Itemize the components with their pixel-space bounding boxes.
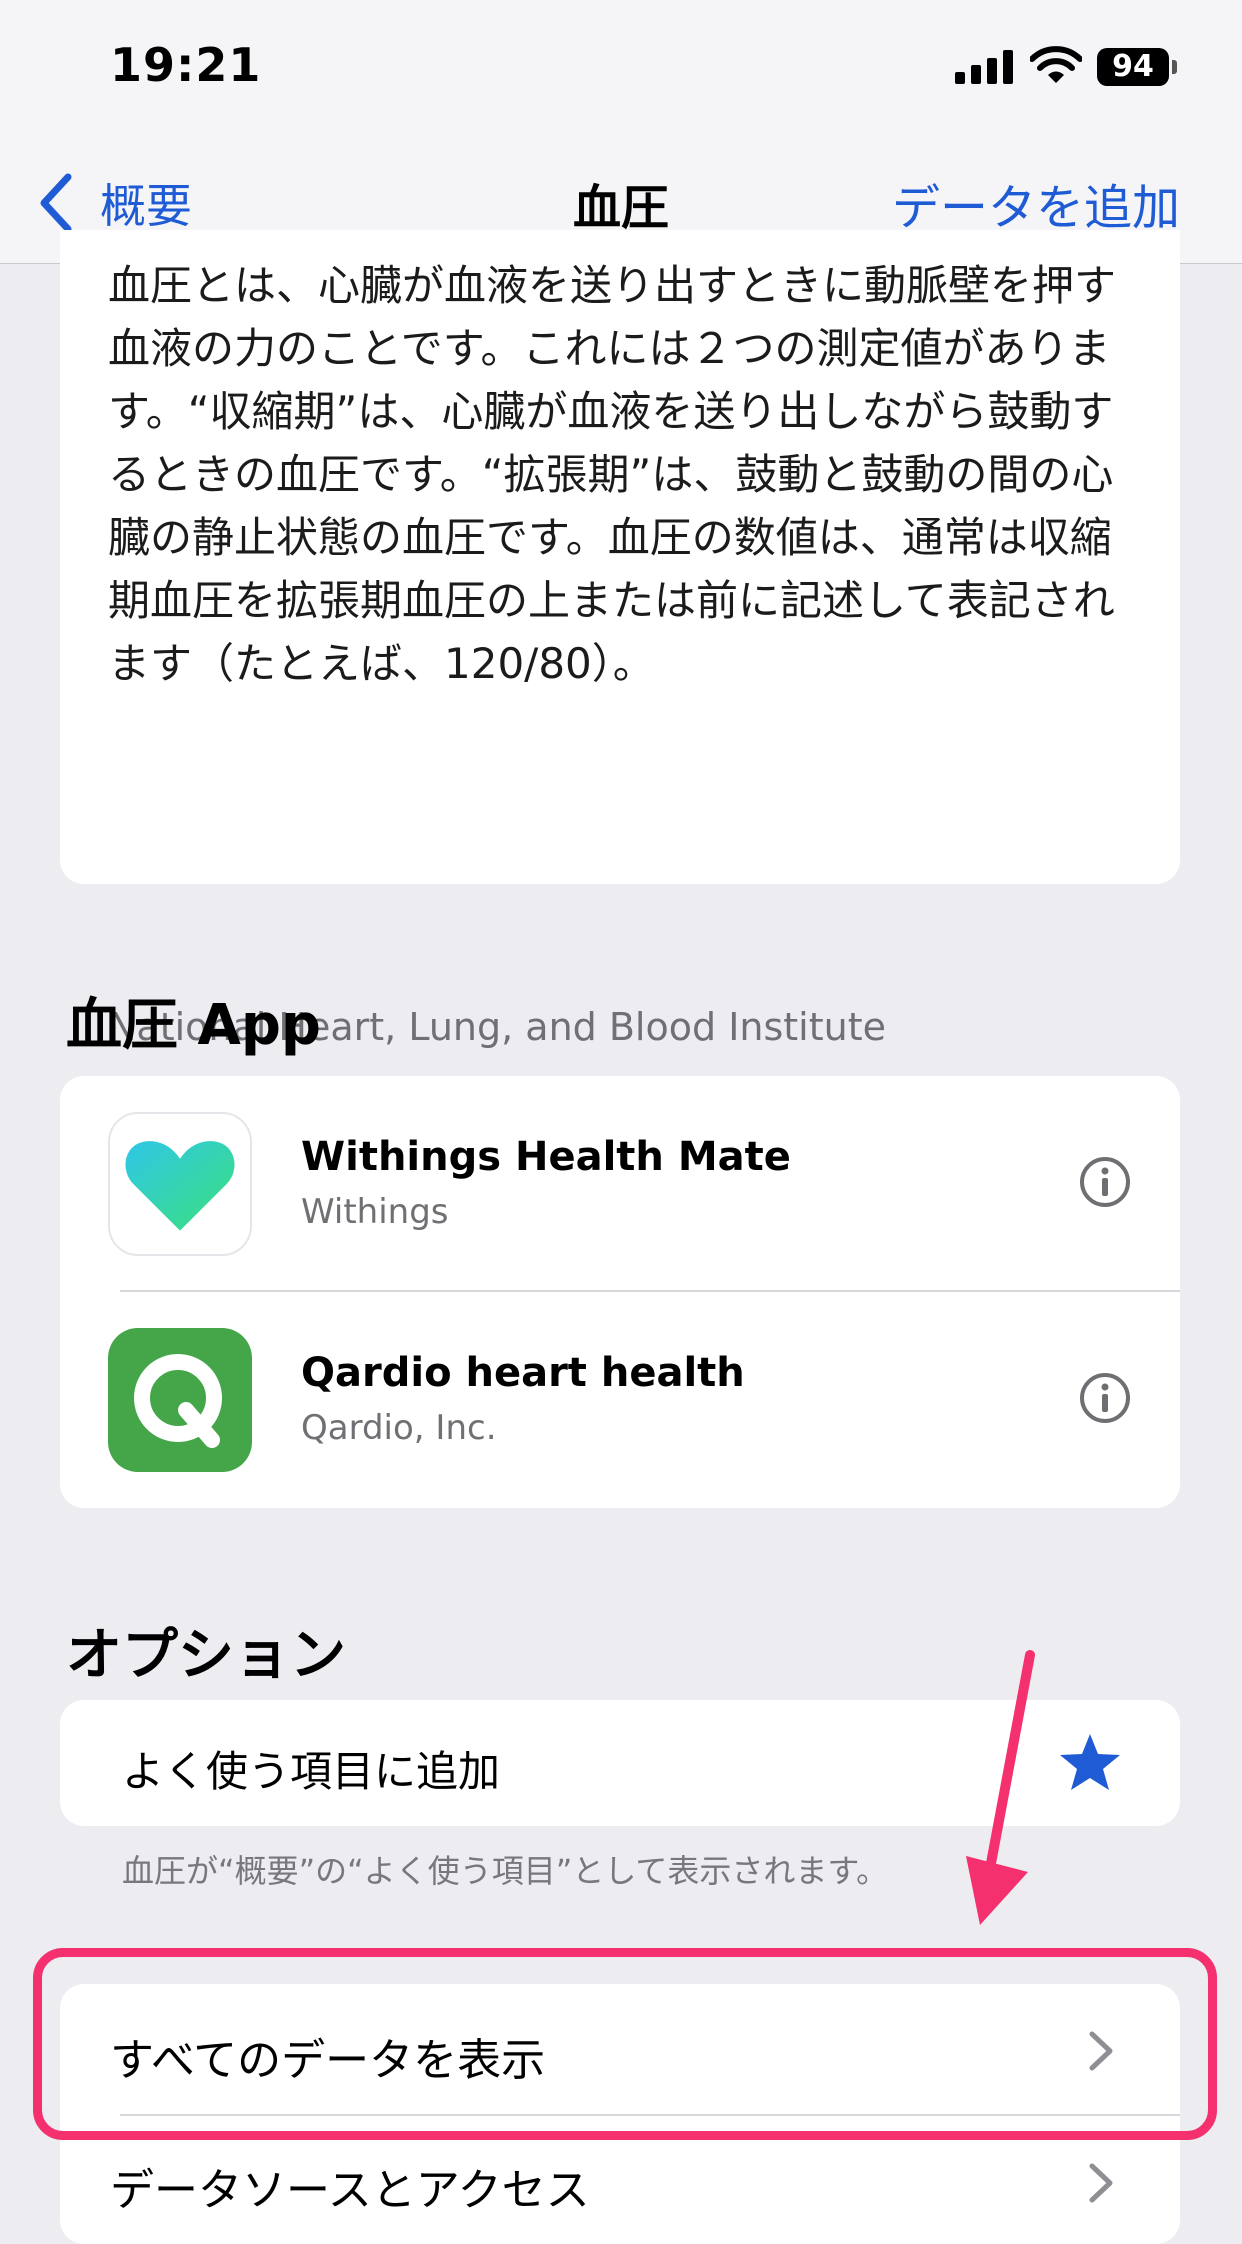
q-logo-icon	[108, 1328, 252, 1472]
options-section-title: オプション	[66, 1623, 346, 1688]
favorite-note: 血圧が“概要”の“よく使う項目”として表示されます。	[122, 1852, 889, 1890]
arrow-down-icon	[966, 1650, 1035, 1925]
heart-logo-icon	[108, 1112, 252, 1256]
app-vendor: Qardio, Inc.	[301, 1408, 497, 1448]
info-icon[interactable]	[1079, 1372, 1131, 1424]
apps-list: Withings Health Mate Withings Qardio hea…	[60, 1076, 1180, 1508]
star-icon[interactable]	[1058, 1730, 1122, 1794]
apps-section-title: 血圧 App	[66, 993, 322, 1058]
description-card: 血圧とは、心臓が血液を送り出すときに動脈壁を押す血液の力のことです。これには２つ…	[60, 230, 1180, 1049]
app-name: Qardio heart health	[301, 1350, 745, 1396]
highlight-box	[33, 1948, 1217, 2140]
status-time: 19:21	[110, 38, 262, 92]
status-bar: 19:21 94	[0, 0, 1242, 130]
info-icon[interactable]	[1079, 1156, 1131, 1208]
battery-tip	[1172, 60, 1177, 74]
list-divider	[120, 1290, 1180, 1292]
app-name: Withings Health Mate	[301, 1134, 791, 1180]
description-text: 血圧とは、心臓が血液を送り出すときに動脈壁を押す血液の力のことです。これには２つ…	[108, 261, 1117, 688]
add-data-button[interactable]: データを追加	[892, 168, 1180, 238]
wifi-icon	[1030, 46, 1082, 83]
app-vendor: Withings	[301, 1192, 449, 1232]
cellular-signal-icon	[955, 50, 1013, 84]
battery-level: 94	[1097, 48, 1169, 86]
favorite-label: よく使う項目に追加	[122, 1747, 501, 1796]
app-row-qardio[interactable]: Qardio heart health Qardio, Inc.	[60, 1292, 1180, 1508]
app-row-withings[interactable]: Withings Health Mate Withings	[60, 1076, 1180, 1292]
battery-indicator: 94	[1097, 48, 1177, 86]
